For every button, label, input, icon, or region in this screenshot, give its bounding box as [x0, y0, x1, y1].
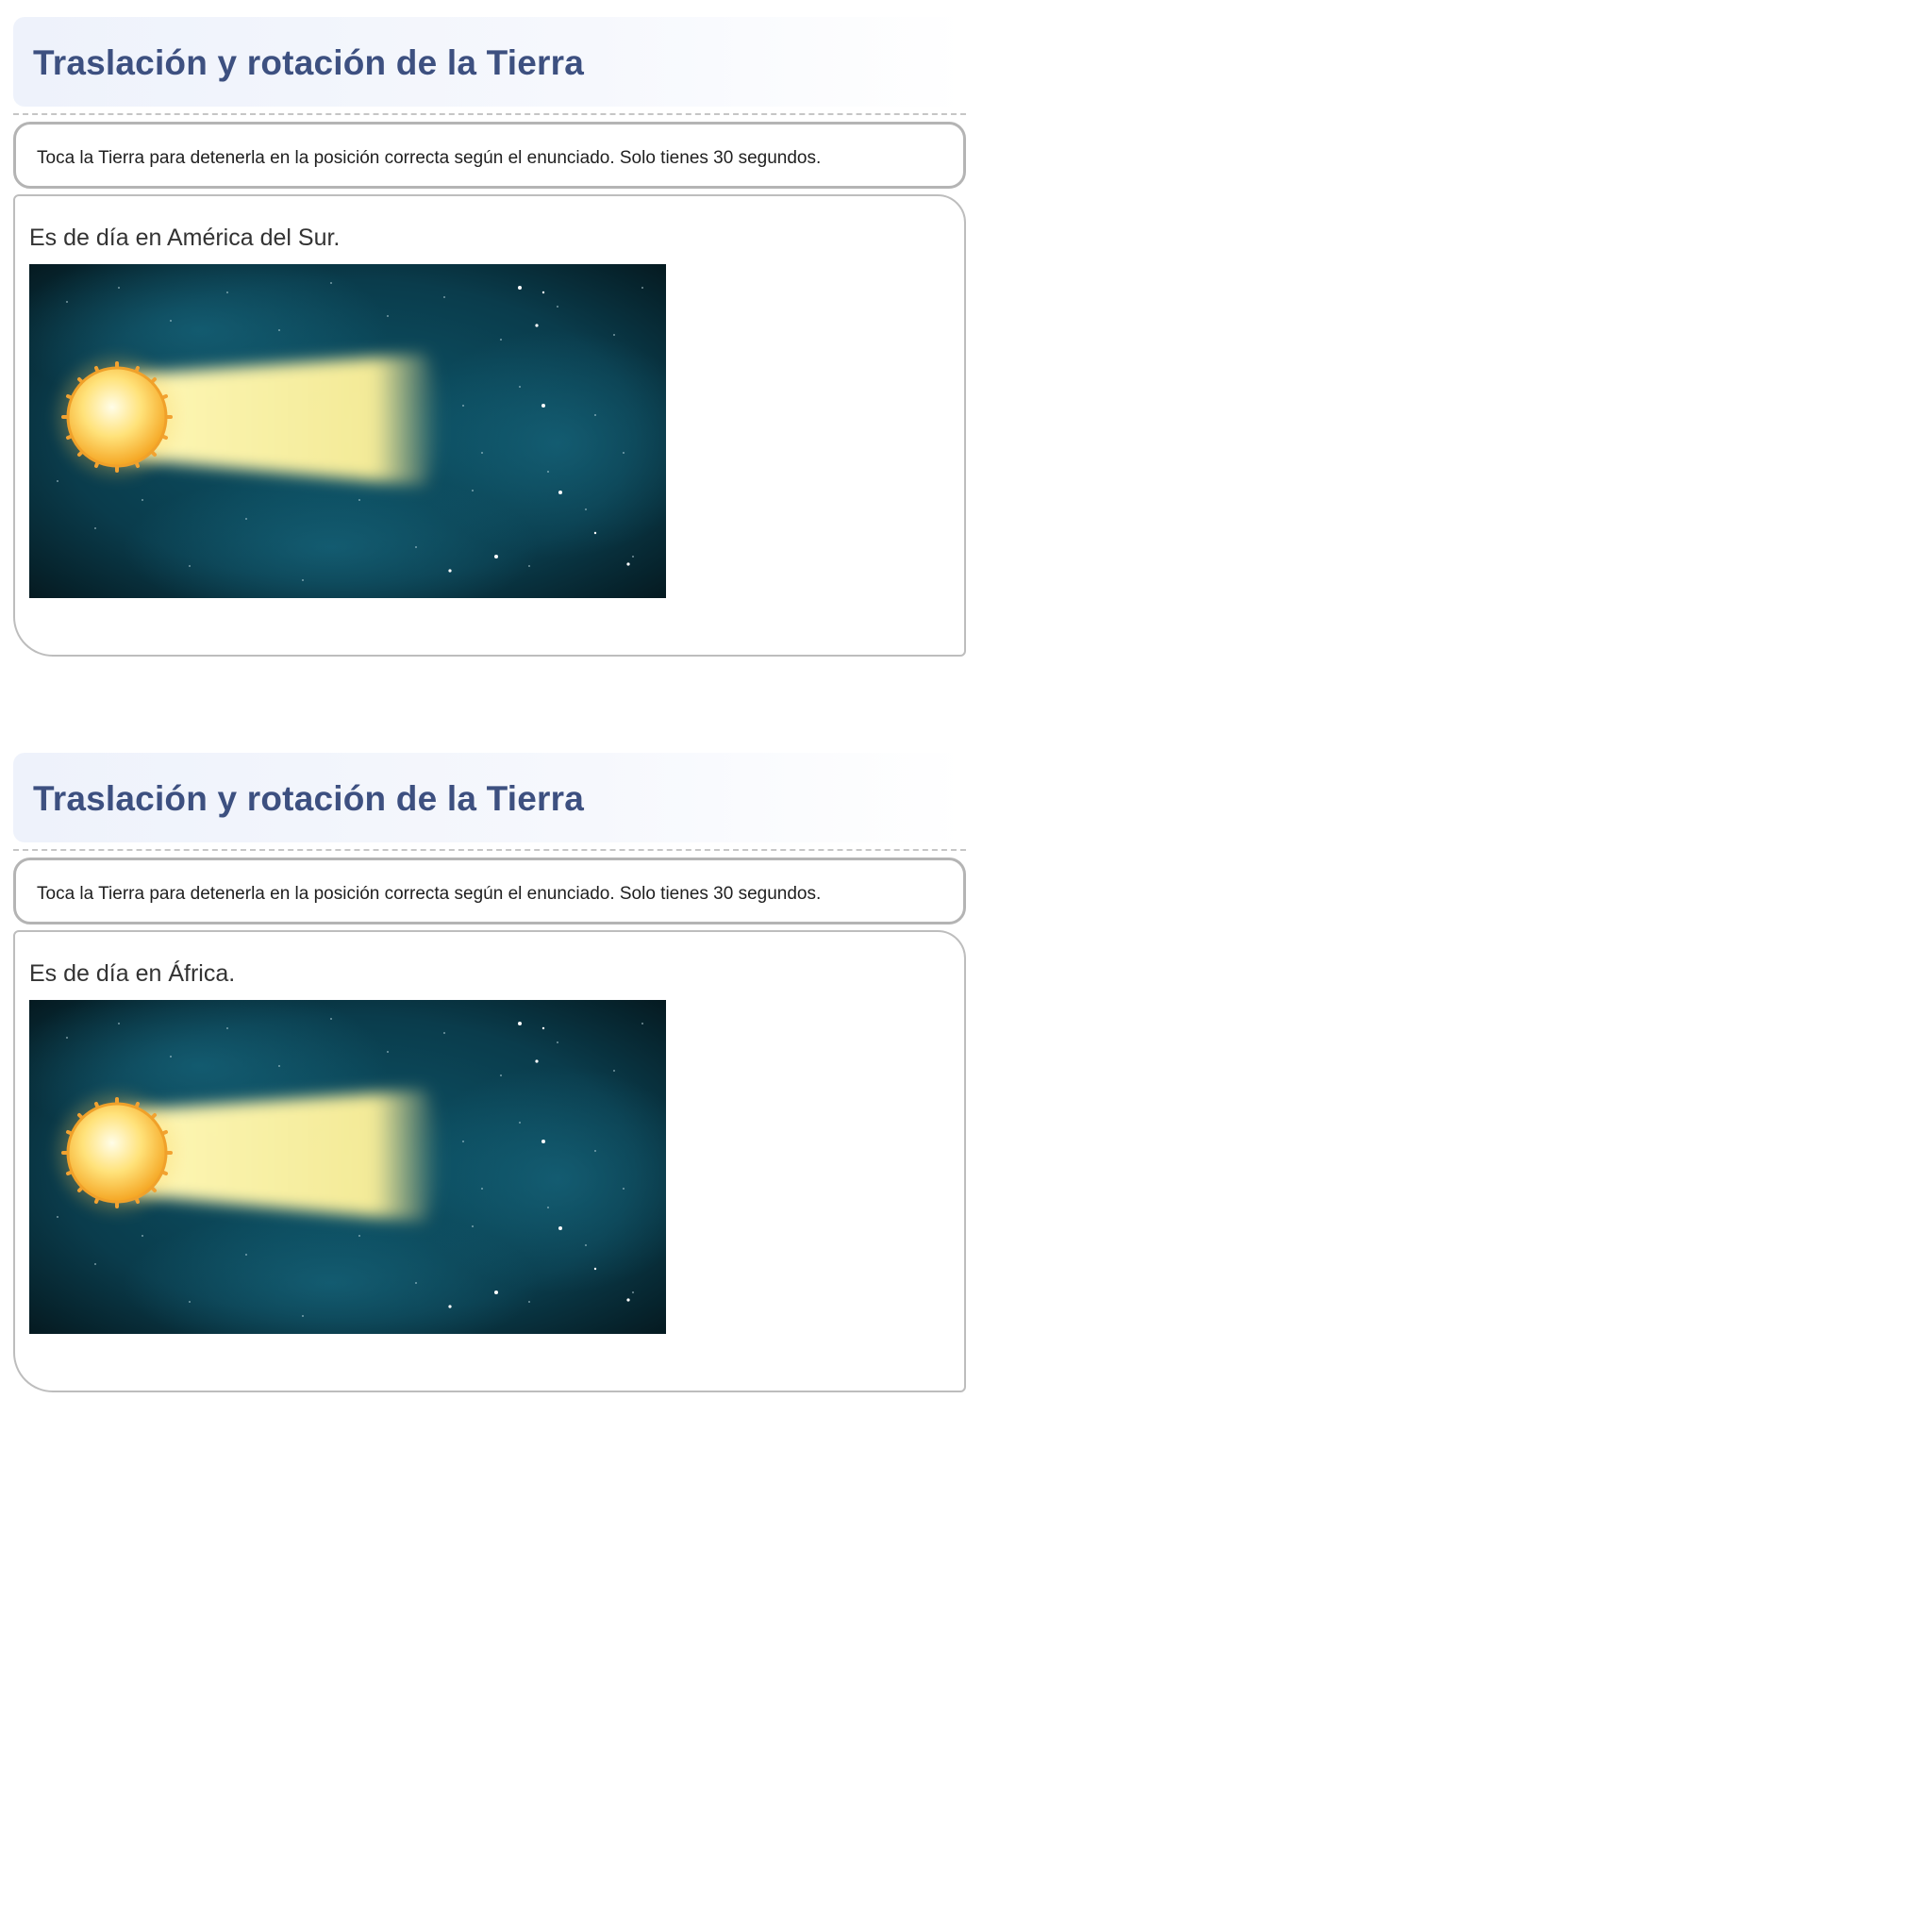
divider [13, 849, 966, 851]
instructions-box: Toca la Tierra para detenerla en la posi… [13, 858, 966, 924]
sun-icon [58, 1094, 175, 1211]
question-prompt: Es de día en África. [29, 960, 236, 987]
activity-header: Traslación y rotación de la Tierra [13, 17, 966, 107]
question-card: Es de día en África. [13, 930, 966, 1392]
activity-title: Traslación y rotación de la Tierra [33, 779, 584, 818]
sun-icon [58, 358, 175, 475]
instructions-text: Toca la Tierra para detenerla en la posi… [37, 148, 822, 168]
instructions-box: Toca la Tierra para detenerla en la posi… [13, 122, 966, 189]
activity-title: Traslación y rotación de la Tierra [33, 43, 584, 82]
activity-panel: Traslación y rotación de la Tierra Toca … [13, 17, 966, 657]
instructions-text: Toca la Tierra para detenerla en la posi… [37, 884, 822, 904]
activity-header: Traslación y rotación de la Tierra [13, 753, 966, 842]
question-prompt: Es de día en América del Sur. [29, 225, 341, 251]
activity-panel: Traslación y rotación de la Tierra Toca … [13, 753, 966, 1392]
question-card: Es de día en América del Sur. [13, 194, 966, 657]
divider [13, 113, 966, 115]
space-scene[interactable] [29, 264, 666, 598]
space-scene[interactable] [29, 1000, 666, 1334]
